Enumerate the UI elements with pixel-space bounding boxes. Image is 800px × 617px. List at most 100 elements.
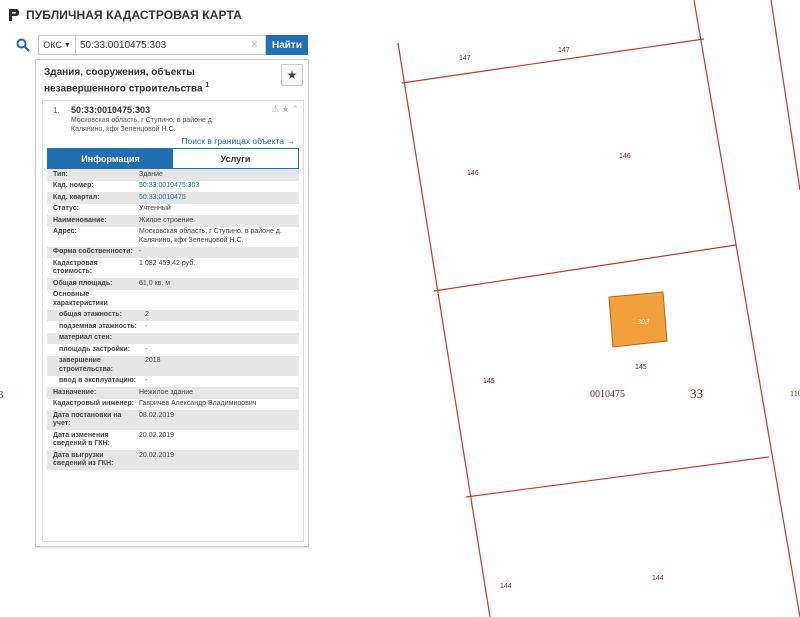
attribute-row: Кад. номер: 50:33:0010475:303 (47, 181, 299, 193)
edge-label-left: 3 (0, 389, 4, 401)
plot-label: 144 (500, 583, 512, 590)
attribute-value: 1 082 459,42 руб. (139, 259, 196, 267)
attribute-key: Адрес: (53, 228, 77, 235)
attribute-row: завершение строительства: 2018 (47, 355, 299, 376)
attribute-value: Московская область, г Ступино, в районе … (139, 228, 282, 244)
favorite-star-button[interactable]: ★ (281, 64, 303, 86)
attribute-value: 2018 (145, 357, 161, 364)
attribute-key: общая этажность: (59, 311, 122, 318)
parcel-boundary (770, 0, 800, 191)
attribute-value[interactable]: 50:33:0010475 (137, 192, 299, 204)
parcel-boundary (465, 456, 770, 498)
attribute-key: Кадастровая стоимость: (53, 259, 98, 276)
plot-label: 145 (483, 378, 495, 385)
panel-header: Здания, сооружения, объекты незавершенно… (36, 60, 308, 102)
attributes-table: Тип: Здание Кад. номер: 50:33:0010475:303 Ка… (47, 169, 299, 470)
result-number: 1. (53, 106, 60, 115)
attribute-row: Адрес: Московская область, г Ступино, в р… (47, 227, 299, 247)
attribute-row: Основные характеристики (47, 290, 299, 310)
attribute-row: площадь застройки: - (47, 344, 299, 356)
attribute-row: Кад. квартал: 50:33:0010475 (47, 192, 299, 204)
attribute-key: Дата выгрузки сведений из ГКН: (53, 451, 114, 468)
warning-icon[interactable]: ⚠ (271, 104, 279, 115)
edge-label-right: 110 (790, 389, 800, 398)
parcel-boundary (397, 42, 491, 617)
card-header: 1. 50:33:0010475:303 Московская область,… (43, 101, 303, 149)
search-icon[interactable] (8, 33, 38, 57)
search-bar: ОКС ▼ × Найти (8, 33, 308, 57)
attribute-value: - (145, 322, 148, 330)
building-label: 303 (637, 319, 649, 326)
search-in-bounds-link[interactable]: Поиск в границах объекта → (181, 136, 295, 146)
attribute-value: 08.02.2019 (139, 411, 175, 419)
attribute-row: Общая площадь: 61,0 кв. м (47, 278, 299, 290)
find-button[interactable]: Найти (266, 35, 308, 55)
attribute-key: Наименование: (53, 216, 107, 224)
attribute-row: материал стен: (47, 332, 299, 345)
plot-label: 144 (652, 575, 664, 582)
attribute-value: Жилое строение (139, 216, 194, 224)
plot-label: 146 (619, 153, 631, 160)
attribute-row: Назначение: Нежилое здание (47, 387, 299, 399)
chevron-up-icon[interactable]: ⌃ (291, 104, 299, 115)
attribute-key: Тип: (53, 170, 68, 178)
app-header: ПУБЛИЧНАЯ КАДАСТРОВАЯ КАРТА (8, 6, 242, 24)
attribute-value (143, 333, 299, 345)
clear-icon[interactable]: × (251, 37, 258, 51)
attribute-row: Кадастровый инженер: Гавричев Александр В… (47, 399, 299, 411)
attribute-key: Дата постановки на учет: (53, 411, 122, 428)
attribute-row: ввод в эксплуатацию: - (47, 376, 299, 388)
app-title: ПУБЛИЧНАЯ КАДАСТРОВАЯ КАРТА (26, 8, 242, 22)
card-tabs: Информация Услуги (47, 148, 299, 169)
attribute-key: Форма собственности: (53, 248, 133, 255)
parcel-boundaries (397, 0, 800, 617)
result-address: Московская область, г Ступино, в районе … (71, 117, 214, 133)
attribute-value (137, 290, 299, 310)
attribute-value[interactable]: 50:33:0010475:303 (137, 181, 299, 193)
attribute-value: 61,0 кв. м (139, 279, 171, 287)
tab-information[interactable]: Информация (48, 149, 173, 168)
attribute-key: ввод в эксплуатацию: (59, 377, 137, 384)
result-card: 1. 50:33:0010475:303 Московская область,… (42, 100, 304, 542)
results-panel: Здания, сооружения, объекты незавершенно… (35, 59, 309, 547)
attribute-key: Основные характеристики (53, 291, 108, 307)
attribute-row: Тип: Здание (47, 169, 299, 181)
tab-services[interactable]: Услуги (173, 149, 298, 168)
attribute-key: материал стен: (59, 334, 112, 341)
attribute-key: завершение строительства: (59, 357, 114, 373)
attribute-value: - (145, 377, 148, 384)
attribute-value: Нежилое здание (139, 388, 194, 396)
attribute-key: подземная этажность: (59, 322, 137, 330)
attribute-key: Кад. номер: (53, 182, 94, 189)
attribute-row: общая этажность: 2 (47, 309, 299, 321)
attribute-value: 2 (145, 311, 149, 318)
attribute-row: Дата выгрузки сведений из ГКН: 20.02.2019 (47, 450, 299, 470)
attribute-value: - (139, 248, 142, 255)
attribute-key: Дата изменения сведений в ГКН: (53, 431, 110, 448)
attribute-value: 20.02.2019 (139, 431, 175, 439)
plot-label: 147 (459, 55, 471, 62)
attribute-value: Гавричев Александр Владимирович (139, 400, 257, 407)
attribute-key: Кадастровый инженер: (53, 400, 135, 407)
panel-title: Здания, сооружения, объекты незавершенно… (44, 66, 278, 95)
object-type-select[interactable]: ОКС ▼ (38, 35, 75, 55)
parcel-boundary (401, 38, 705, 84)
result-count: 1 (205, 82, 210, 89)
object-type-value: ОКС (43, 40, 62, 50)
card-actions: ⚠ ★ ⌃ (271, 104, 299, 115)
attribute-row: Наименование: Жилое строение (47, 215, 299, 227)
attribute-value: 20.02.2019 (139, 451, 175, 459)
search-input[interactable] (75, 35, 266, 55)
attribute-row: Форма собственности: - (47, 246, 299, 258)
attribute-key: Общая площадь: (53, 279, 113, 287)
attribute-value: Учтенный (139, 205, 171, 212)
logo-icon (9, 9, 19, 21)
star-icon[interactable]: ★ (281, 104, 289, 115)
chevron-down-icon: ▼ (63, 41, 71, 49)
plot-label: 147 (558, 47, 570, 54)
result-cad-id[interactable]: 50:33:0010475:303 (71, 105, 150, 115)
attribute-key: площадь застройки: (59, 345, 131, 353)
attribute-value: Здание (139, 170, 163, 178)
attribute-row: подземная этажность: - (47, 321, 299, 333)
plot-label: 145 (635, 364, 647, 371)
